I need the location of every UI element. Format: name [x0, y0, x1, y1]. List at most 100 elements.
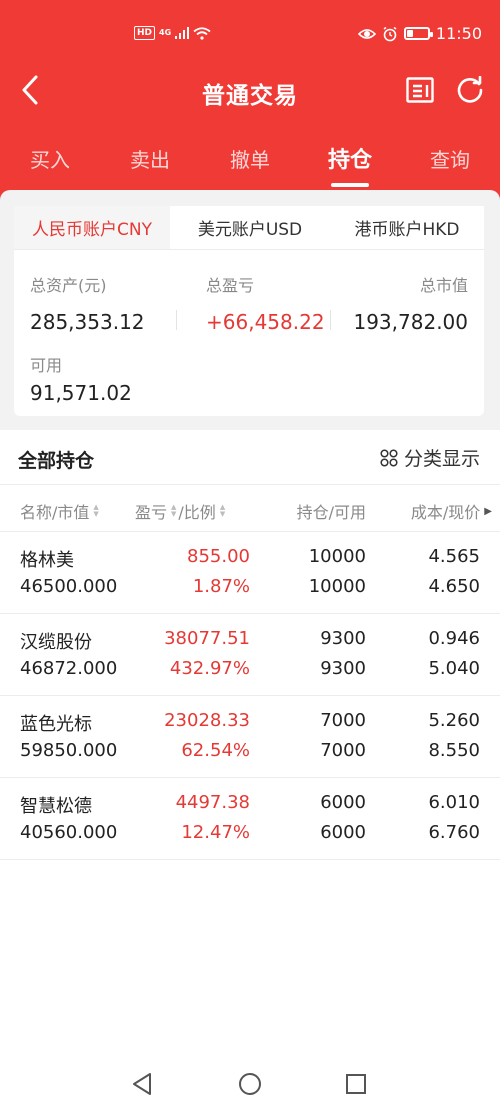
tab-query-label: 查询 — [430, 148, 470, 172]
cost-price: 6.010 — [428, 792, 480, 813]
tab-buy[interactable]: 买入 — [0, 138, 100, 188]
trade-tabs: 买入 卖出 撤单 持仓 查询 — [0, 138, 500, 188]
available-label: 可用 — [30, 356, 63, 375]
holding: 10000 — [308, 546, 366, 567]
refresh-button[interactable] — [450, 70, 490, 110]
tab-buy-label: 买入 — [30, 148, 70, 172]
menu-list-button[interactable] — [400, 70, 440, 110]
market-value-value: 193,782.00 — [353, 310, 468, 334]
square-recents-icon — [346, 1074, 366, 1094]
column-name-marketvalue-label: 名称/市值 — [20, 503, 90, 522]
battery-icon — [403, 27, 433, 40]
current-price: 6.760 — [428, 822, 480, 843]
clock: 11:50 — [435, 24, 482, 43]
table-row[interactable]: 蓝色光标 59850.000 23028.33 62.54% 7000 7000… — [0, 696, 500, 778]
network-indicators: HD 4G — [134, 26, 211, 40]
total-assets-label: 总资产(元) — [30, 276, 107, 295]
tab-sell-label: 卖出 — [130, 148, 170, 172]
system-navigation-bar — [0, 1056, 500, 1111]
cost-price: 0.946 — [428, 628, 480, 649]
cost-price: 5.260 — [428, 710, 480, 731]
triangle-back-icon — [133, 1073, 151, 1095]
positions-title: 全部持仓 — [18, 450, 95, 472]
sort-icon: ▲ ▼ — [171, 503, 177, 518]
tab-hkd-account[interactable]: 港币账户HKD — [330, 206, 484, 249]
current-price: 4.650 — [428, 576, 480, 597]
current-price: 5.040 — [428, 658, 480, 679]
column-profit-ratio[interactable]: 盈亏 ▲ ▼ /比例 ▲ ▼ — [135, 499, 225, 523]
holding: 6000 — [320, 792, 366, 813]
hd-badge: HD — [134, 26, 156, 40]
column-hold-available[interactable]: 持仓/可用 — [297, 499, 366, 523]
sort-icon: ▲ ▼ — [219, 503, 226, 518]
holding: 7000 — [320, 710, 366, 731]
system-home-button[interactable] — [236, 1070, 264, 1098]
profit-ratio: 1.87% — [192, 576, 250, 597]
total-profit-value: +66,458.22 — [206, 310, 325, 334]
total-profit-label: 总盈亏 — [206, 276, 255, 295]
metric-divider — [176, 310, 177, 330]
tab-positions-label: 持仓 — [327, 148, 372, 173]
tab-cancel[interactable]: 撤单 — [200, 138, 300, 188]
profit: 38077.51 — [164, 628, 250, 649]
tab-positions[interactable]: 持仓 — [300, 138, 400, 188]
cost-price: 4.565 — [428, 546, 480, 567]
current-price: 8.550 — [428, 740, 480, 761]
market-value: 59850.000 — [20, 740, 118, 761]
profit-ratio: 12.47% — [181, 822, 250, 843]
sort-icon: ▲ ▼ — [93, 503, 99, 518]
profit: 4497.38 — [175, 792, 250, 813]
column-cost-price-label: 成本/现价 — [410, 503, 481, 522]
classify-display-label: 分类显示 — [403, 448, 480, 470]
eye-icon — [357, 28, 376, 39]
column-profit-label: 盈亏 — [135, 503, 168, 522]
profit: 23028.33 — [164, 710, 250, 731]
tab-cny-account[interactable]: 人民币账户CNY — [14, 206, 170, 249]
market-value-label: 总市值 — [419, 276, 468, 295]
stock-name: 蓝色光标 — [20, 714, 92, 735]
account-card: 人民币账户CNY 美元账户USD 港币账户HKD 总资产(元) 285,353.… — [14, 206, 484, 416]
table-row[interactable]: 智慧松德 40560.000 4497.38 12.47% 6000 6000 … — [0, 778, 500, 860]
tab-usd-account[interactable]: 美元账户USD — [170, 206, 330, 249]
metric-divider — [330, 310, 331, 330]
tab-sell[interactable]: 卖出 — [100, 138, 200, 188]
table-row[interactable]: 汉缆股份 46872.000 38077.51 432.97% 9300 930… — [0, 614, 500, 696]
profit-ratio: 62.54% — [181, 740, 250, 761]
grid-icon — [380, 448, 398, 467]
tab-query[interactable]: 查询 — [400, 138, 500, 188]
account-section: 人民币账户CNY 美元账户USD 港币账户HKD 总资产(元) 285,353.… — [0, 190, 500, 430]
stock-name: 格林美 — [20, 550, 74, 571]
circle-home-icon — [239, 1073, 261, 1095]
market-value: 46872.000 — [20, 658, 118, 679]
available: 9300 — [320, 658, 366, 679]
positions-list: 格林美 46500.000 855.00 1.87% 10000 10000 4… — [0, 532, 500, 860]
total-assets-value: 285,353.12 — [30, 310, 145, 334]
classify-display-button[interactable]: 分类显示 — [380, 444, 480, 471]
nav-bar: 普通交易 — [0, 56, 500, 126]
available-value: 91,571.02 — [30, 381, 132, 405]
system-back-button[interactable] — [128, 1070, 156, 1098]
stock-name: 汉缆股份 — [20, 632, 92, 653]
scroll-right-icon[interactable]: ▶ — [484, 506, 492, 517]
market-value: 40560.000 — [20, 822, 118, 843]
system-indicators: 11:50 — [357, 24, 482, 43]
currency-tabs: 人民币账户CNY 美元账户USD 港币账户HKD — [14, 206, 484, 250]
system-recents-button[interactable] — [342, 1070, 370, 1098]
available: 6000 — [320, 822, 366, 843]
active-tab-indicator — [331, 183, 369, 187]
refresh-icon — [457, 76, 483, 103]
profit-ratio: 432.97% — [169, 658, 250, 679]
signal-icon — [175, 27, 190, 39]
column-ratio-label: /比例 — [178, 503, 216, 522]
network-type-label: 4G — [159, 28, 172, 37]
table-row[interactable]: 格林美 46500.000 855.00 1.87% 10000 10000 4… — [0, 532, 500, 614]
list-menu-icon — [406, 77, 434, 103]
column-cost-price[interactable]: 成本/现价 ▶ — [411, 499, 492, 523]
available: 7000 — [320, 740, 366, 761]
profit: 855.00 — [187, 546, 250, 567]
positions-header: 全部持仓 分类显示 — [0, 432, 500, 484]
tab-cancel-label: 撤单 — [230, 148, 270, 172]
market-value: 46500.000 — [20, 576, 118, 597]
column-name-marketvalue[interactable]: 名称/市值 ▲ ▼ — [20, 499, 99, 523]
alarm-icon — [383, 26, 397, 41]
